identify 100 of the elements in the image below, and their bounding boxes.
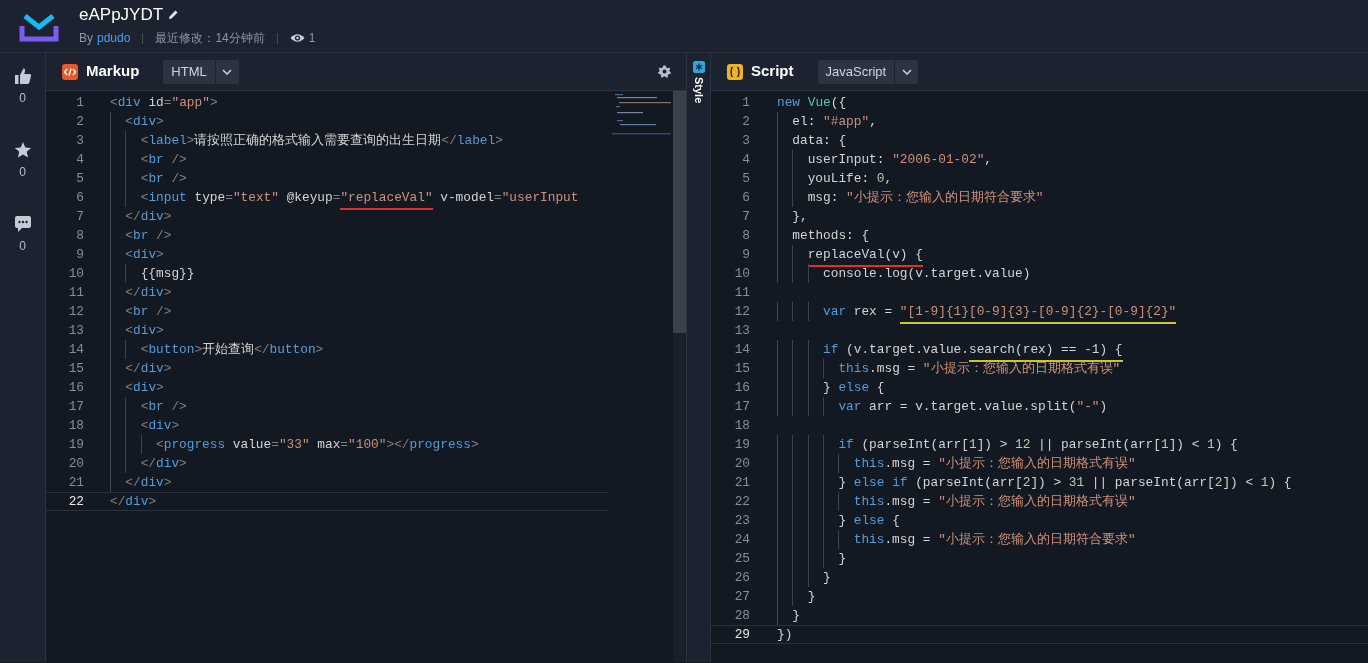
code-line: var rex = "[1-9]{1}[0-9]{3}-[0-9]{2}-[0-9]{2}" bbox=[777, 302, 1177, 321]
line-number: 21 bbox=[67, 474, 84, 492]
code-line: } else { bbox=[777, 511, 900, 530]
code-line: } bbox=[777, 606, 801, 625]
line-number: 5 bbox=[75, 170, 84, 188]
line-number: 2 bbox=[75, 113, 84, 131]
author-link[interactable]: pdudo bbox=[97, 29, 131, 47]
code-line: } else { bbox=[777, 378, 885, 397]
code-line: this.msg = "小提示：您输入的日期格式有误" bbox=[777, 359, 1121, 378]
code-line: }) bbox=[777, 626, 793, 644]
line-number: 9 bbox=[75, 246, 84, 264]
panel-tab[interactable]: Style bbox=[690, 77, 707, 104]
code-line: </div> bbox=[110, 493, 157, 511]
code-line: <progress value="33" max="100"></progress> bbox=[110, 435, 479, 454]
code-icon bbox=[62, 63, 78, 80]
line-number: 1 bbox=[741, 94, 750, 112]
line-number: 8 bbox=[741, 227, 750, 245]
line-number: 3 bbox=[75, 132, 84, 150]
line-number: 10 bbox=[67, 265, 84, 283]
line-number: 10 bbox=[733, 265, 750, 283]
language-select[interactable]: HTML bbox=[163, 59, 239, 84]
code-line: <br /> bbox=[110, 169, 187, 188]
code-line: } bbox=[777, 587, 816, 606]
code-line: </div> bbox=[110, 359, 172, 378]
code-line: <div> bbox=[110, 245, 164, 264]
code-line: el: "#app", bbox=[777, 112, 877, 131]
line-number: 2 bbox=[741, 113, 750, 131]
line-number: 15 bbox=[733, 360, 750, 378]
line-number: 17 bbox=[67, 398, 84, 416]
code-line: this.msg = "小提示：您输入的日期符合要求" bbox=[777, 530, 1136, 549]
line-number: 5 bbox=[741, 170, 750, 188]
code-line: <br /> bbox=[110, 302, 172, 321]
line-number: 12 bbox=[67, 303, 84, 321]
code-line: <div> bbox=[110, 112, 164, 131]
braces-icon bbox=[727, 63, 743, 80]
code-line: </div> bbox=[110, 207, 172, 226]
line-number: 29 bbox=[733, 626, 750, 644]
line-number: 18 bbox=[67, 417, 84, 435]
count-label: 0 bbox=[19, 238, 26, 255]
line-number: 19 bbox=[733, 436, 750, 454]
code-line: </div> bbox=[110, 473, 172, 492]
panel-title: Script bbox=[751, 61, 794, 82]
code-line: <button>开始查询</button> bbox=[110, 340, 324, 359]
code-line: data: { bbox=[777, 131, 847, 150]
settings-icon[interactable] bbox=[658, 65, 671, 78]
code-line: var arr = v.target.value.split("-") bbox=[777, 397, 1108, 416]
code-line: if (parseInt(arr[1]) > 12 || parseInt(arr[1]) < 1) { bbox=[777, 435, 1238, 454]
modified-time: 最近修改：14分钟前 bbox=[155, 30, 265, 47]
count-label: 0 bbox=[19, 164, 26, 181]
line-number: 16 bbox=[67, 379, 84, 397]
code-line: </div> bbox=[110, 454, 187, 473]
code-line: } bbox=[777, 549, 847, 568]
panel-title: Markup bbox=[86, 61, 140, 82]
view-count: 1 bbox=[308, 30, 316, 47]
project-title: eAPpJYDT bbox=[79, 5, 164, 25]
code-line: replaceVal(v) { bbox=[777, 245, 923, 264]
line-number: 11 bbox=[67, 284, 84, 302]
line-number: 3 bbox=[741, 132, 750, 150]
line-number: 26 bbox=[733, 569, 750, 587]
line-number: 4 bbox=[741, 151, 750, 169]
eye-icon bbox=[289, 33, 305, 43]
caret-icon bbox=[222, 68, 233, 75]
line-number: 17 bbox=[733, 398, 750, 416]
speech-bubble-icon[interactable] bbox=[13, 215, 32, 233]
asterisk-icon[interactable] bbox=[692, 61, 705, 73]
line-number: 12 bbox=[733, 303, 750, 321]
code-line: if (v.target.value.search(rex) == -1) { bbox=[777, 340, 1123, 359]
code-line: this.msg = "小提示：您输入的日期格式有误" bbox=[777, 454, 1136, 473]
line-number: 21 bbox=[733, 474, 750, 492]
code-line: } else if (parseInt(arr[2]) > 31 || parseInt(arr[2]) < 1) { bbox=[777, 473, 1292, 492]
code-line: } bbox=[777, 568, 831, 587]
code-line: <br /> bbox=[110, 397, 187, 416]
code-line: userInput: "2006-01-02", bbox=[777, 150, 992, 169]
line-number: 6 bbox=[741, 189, 750, 207]
line-number: 15 bbox=[67, 360, 84, 378]
code-line: {{msg}} bbox=[110, 264, 195, 283]
code-line: this.msg = "小提示：您输入的日期格式有误" bbox=[777, 492, 1136, 511]
line-number: 13 bbox=[733, 322, 750, 340]
code-line: <div id="app"> bbox=[110, 94, 218, 112]
pencil-icon[interactable] bbox=[167, 9, 180, 21]
code-line: <input type="text" @keyup="replaceVal" v-model="userInput bbox=[110, 188, 579, 207]
language-select[interactable]: JavaScript bbox=[817, 59, 919, 84]
code-line: <br /> bbox=[110, 150, 187, 169]
thumbs-up-icon[interactable] bbox=[13, 67, 32, 85]
code-line: <br /> bbox=[110, 226, 172, 245]
line-number: 22 bbox=[733, 493, 750, 511]
code-line: <div> bbox=[110, 321, 164, 340]
scrollbar[interactable] bbox=[673, 91, 686, 333]
code-line: new Vue({ bbox=[777, 94, 847, 112]
minimap-drawing bbox=[611, 92, 671, 138]
line-number: 8 bbox=[75, 227, 84, 245]
line-number: 13 bbox=[67, 322, 84, 340]
line-number: 28 bbox=[733, 607, 750, 625]
code-line: msg: "小提示：您输入的日期符合要求" bbox=[777, 188, 1044, 207]
line-number: 7 bbox=[75, 208, 84, 226]
line-number: 14 bbox=[67, 341, 84, 359]
line-number: 1 bbox=[75, 94, 84, 112]
star-icon[interactable] bbox=[13, 141, 32, 159]
line-number: 25 bbox=[733, 550, 750, 568]
code-line: <div> bbox=[110, 378, 164, 397]
